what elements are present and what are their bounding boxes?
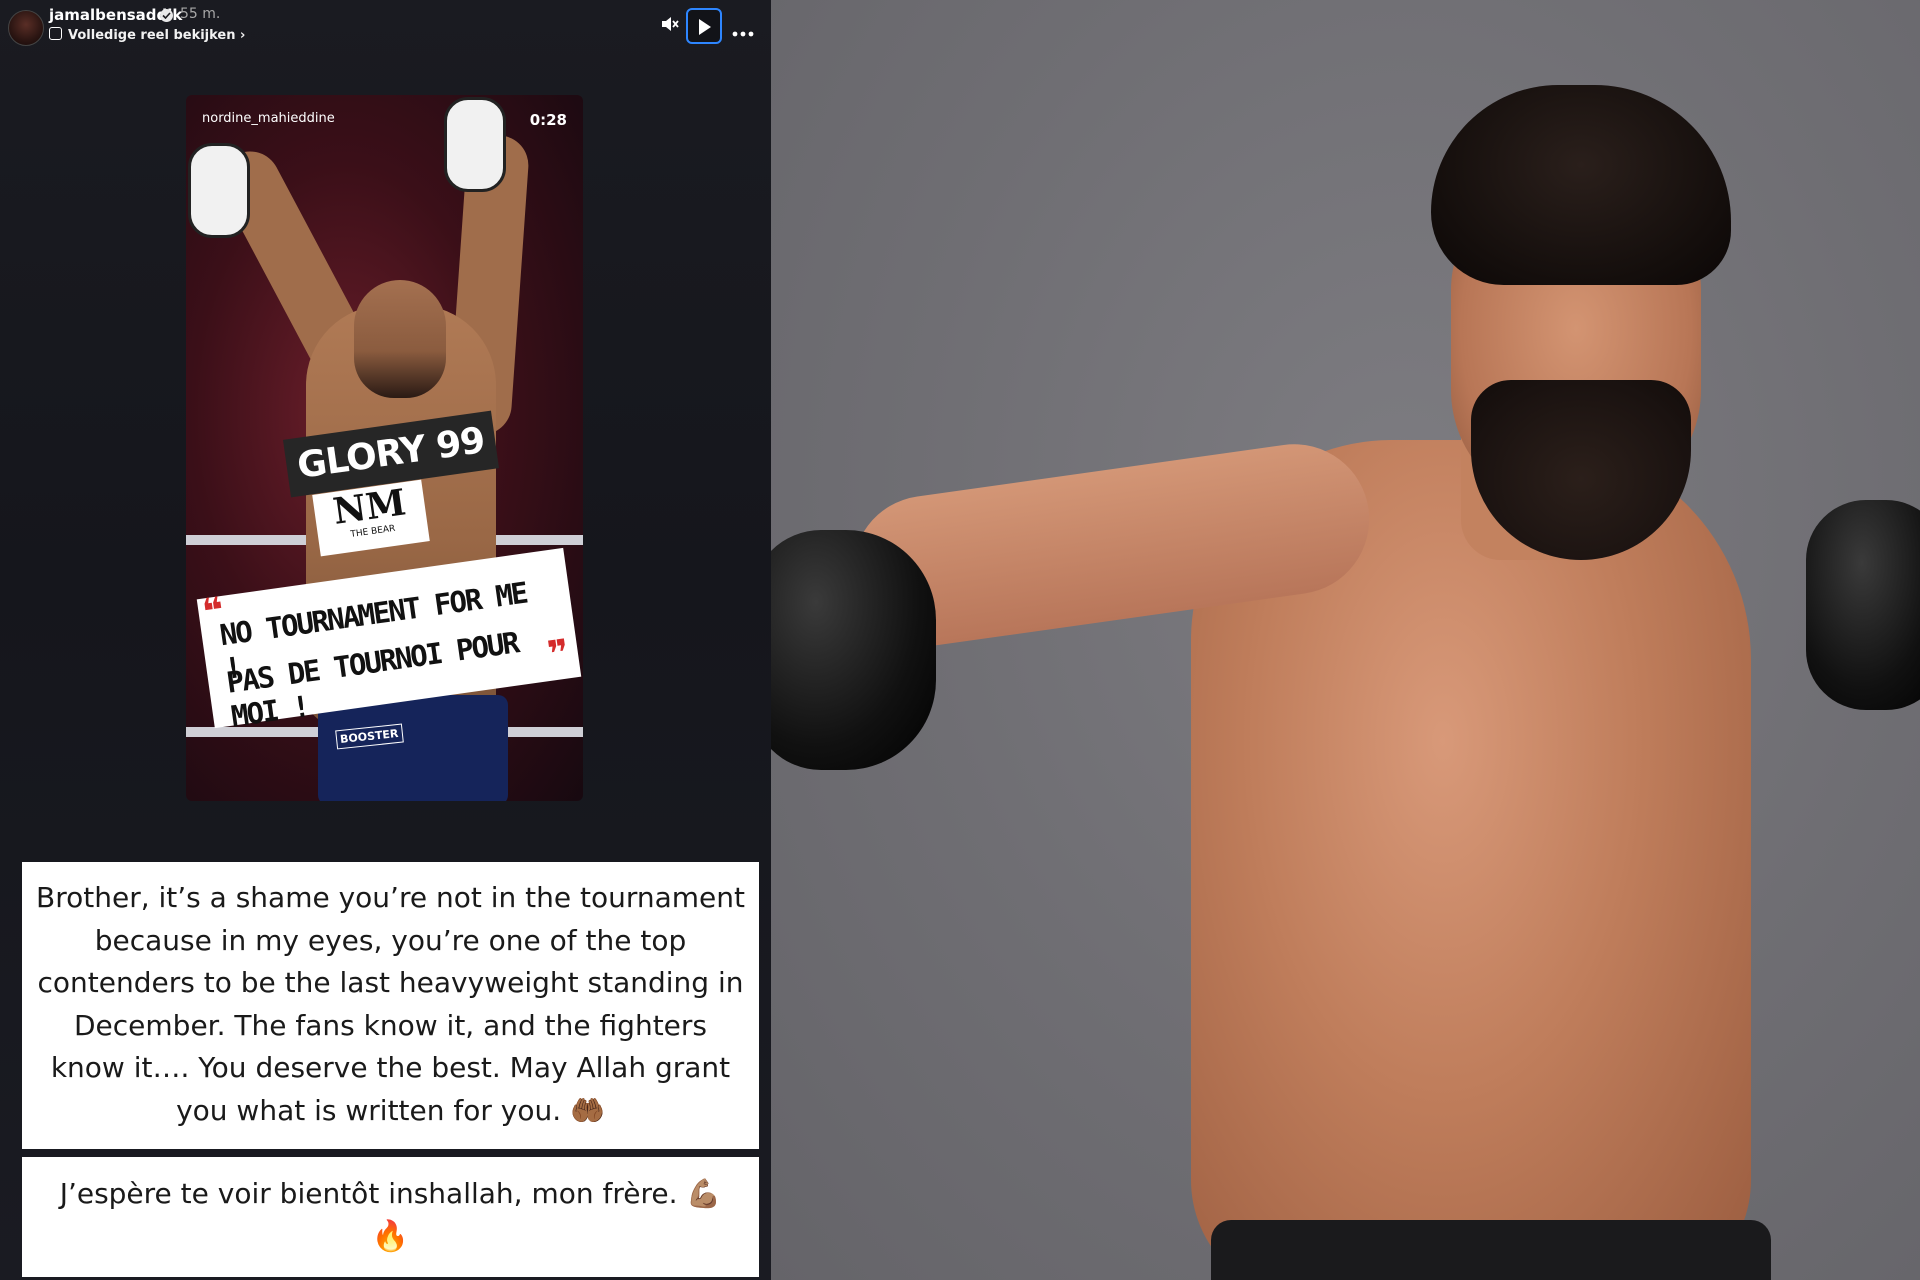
- caption-second-text: J’espère te voir bientôt inshallah, mon …: [59, 1177, 722, 1210]
- story-caption-second: J’espère te voir bientôt inshallah, mon …: [22, 1157, 759, 1277]
- chevron-right-icon: ›: [240, 28, 246, 43]
- play-icon: [699, 19, 711, 35]
- story-header: jamalbensaddik 55 m. Volledige reel beki…: [0, 0, 771, 56]
- view-full-reel-link[interactable]: Volledige reel bekijken ›: [49, 27, 245, 43]
- shared-reel-card[interactable]: BOOSTER GLORY 99 NM THE BEAR ❝ NO TOURNA…: [186, 95, 583, 801]
- story-panel: jamalbensaddik 55 m. Volledige reel beki…: [0, 0, 771, 1280]
- photo-hair: [1431, 85, 1731, 285]
- fire-emoji: 🔥: [371, 1219, 410, 1254]
- profile-avatar[interactable]: [8, 10, 44, 46]
- photo-shorts: [1211, 1220, 1771, 1280]
- more-options-icon[interactable]: [732, 22, 754, 41]
- hand-wrap: [444, 97, 506, 192]
- hand-wrap: [188, 143, 250, 238]
- play-button[interactable]: [686, 8, 722, 44]
- fighter-head: [354, 280, 446, 398]
- reel-duration: 0:28: [529, 111, 567, 129]
- boxing-glove-right: [1806, 500, 1920, 710]
- headline-box: ❝ NO TOURNAMENT FOR ME ! PAS DE TOURNOI …: [196, 547, 582, 734]
- fighter-photo: [771, 0, 1920, 1280]
- reel-link-label: Volledige reel bekijken: [68, 28, 236, 43]
- quote-close: ❞: [545, 632, 572, 676]
- speaker-muted-icon[interactable]: [660, 14, 680, 38]
- reel-icon: [49, 27, 62, 40]
- post-time: 55 m.: [180, 6, 221, 22]
- story-caption-main: Brother, it’s a shame you’re not in the …: [22, 862, 759, 1149]
- boxing-glove-left: [771, 530, 936, 770]
- reel-author[interactable]: nordine_mahieddine: [202, 111, 335, 126]
- verified-badge-icon: [160, 9, 173, 22]
